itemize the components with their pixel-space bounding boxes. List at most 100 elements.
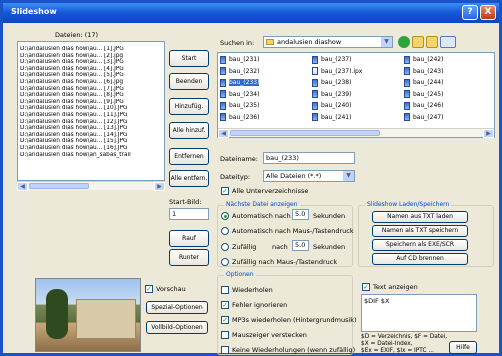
file-list-item[interactable]: D:\andalusien dias how\au... [16].JPG <box>18 145 164 152</box>
ignore-errors-checkbox[interactable]: ✓ <box>221 301 229 309</box>
auto-seconds-input[interactable]: 5.0 <box>292 209 309 220</box>
file-list-item[interactable]: D:\andalusien dias how\au... [7].JPG <box>18 86 164 93</box>
back-icon[interactable] <box>398 36 410 48</box>
move-down-button[interactable]: Runter <box>169 249 209 266</box>
browser-file-name: bau_(237) <box>321 56 352 63</box>
new-folder-icon[interactable] <box>426 36 438 48</box>
slideshow-window: Slideshow ? X Dateien: (17) D:\andalusie… <box>0 0 502 356</box>
move-up-button[interactable]: Rauf <box>169 230 209 247</box>
file-list-item[interactable]: D:\andalusien dias how\au... [14].JPG <box>18 132 164 139</box>
file-list-item[interactable]: D:\andalusien dias how\au... [12].JPG <box>18 119 164 126</box>
scroll-thumb[interactable] <box>29 183 89 189</box>
save-txt-button[interactable]: Namen als TXT speichern <box>372 225 468 237</box>
browser-file-name: bau_(241) <box>321 113 352 121</box>
hide-cursor-checkbox[interactable] <box>221 331 229 339</box>
browser-file-item[interactable]: bau_(246) <box>404 101 443 111</box>
browser-scrollbar[interactable]: ◀ ▶ <box>218 128 494 138</box>
help-button[interactable]: Hilfe <box>449 341 477 354</box>
fullscreen-options-button[interactable]: Vollbild-Optionen <box>146 321 208 334</box>
file-list-item[interactable]: D:\andalusien dias how\au... [4].JPG <box>18 66 164 73</box>
filename-input[interactable]: bau_(233) <box>263 152 355 164</box>
browser-file-item[interactable]: bau_(241) <box>312 113 351 123</box>
text-display-checkbox[interactable]: ✓ <box>362 283 370 291</box>
browser-file-name: bau_(235) <box>229 102 260 109</box>
auto-after-radio[interactable] <box>221 212 229 220</box>
filetype-combo[interactable]: Alle Dateien (*.*) ▼ <box>263 170 355 182</box>
add-all-button[interactable]: Alle hinzuf. <box>169 122 209 139</box>
up-folder-icon[interactable] <box>412 36 424 48</box>
remove-all-button[interactable]: Alle entfern. <box>169 170 209 187</box>
file-list-item[interactable]: D:\andalusien dias how\au... [2].jpg <box>18 53 164 60</box>
file-list-item[interactable]: D:\andalusien dias how\an_sabas_trail <box>18 152 164 159</box>
repeat-checkbox[interactable] <box>221 286 229 294</box>
scroll-right-icon[interactable]: ▶ <box>154 182 165 191</box>
auto-key-label: Automatisch nach Maus-/Tastendruck <box>232 227 354 235</box>
view-menu-icon[interactable] <box>440 36 456 48</box>
remove-button[interactable]: Entfernen <box>169 148 209 165</box>
text-display-input[interactable]: $DIF $X <box>361 294 477 332</box>
save-exe-button[interactable]: Speichern als EXE/SCR <box>372 239 468 251</box>
image-file-icon <box>220 101 226 110</box>
file-list[interactable]: D:\andalusien dias how\au... [1].JPG D:\a… <box>17 41 165 181</box>
random-key-radio[interactable] <box>221 258 229 266</box>
file-list-item[interactable]: D:\andalusien dias how\au... [9].JPG <box>18 99 164 106</box>
browser-file-item[interactable]: bau_(236) <box>220 113 259 123</box>
browser-file-item[interactable]: bau_(232) <box>220 67 259 77</box>
file-list-scrollbar[interactable]: ◀ ▶ <box>17 181 165 191</box>
start-button[interactable]: Start <box>169 50 209 67</box>
subdirs-checkbox[interactable]: ✓ <box>221 187 229 195</box>
file-list-item[interactable]: D:\andalusien dias how\au... [5].JPG <box>18 72 164 79</box>
file-list-item[interactable]: D:\andalusien dias how\au... [1].JPG <box>18 46 164 53</box>
browser-file-name: bau_(247) <box>413 113 444 121</box>
file-list-item[interactable]: D:\andalusien dias how\au... [3].JPG <box>18 59 164 66</box>
file-list-item[interactable]: D:\andalusien dias how\au... [6].jpg <box>18 79 164 86</box>
folder-combo[interactable]: andalusien diashow ▼ <box>263 36 393 48</box>
legend-line-2: $X = Datei-Index, <box>361 341 413 347</box>
file-list-item[interactable]: D:\andalusien dias how\au... [13].JPG <box>18 125 164 132</box>
scroll-thumb[interactable] <box>230 130 380 136</box>
browser-file-item[interactable]: bau_(245) <box>404 90 443 100</box>
mp3-repeat-checkbox[interactable]: ✓ <box>221 316 229 324</box>
browser-file-item[interactable]: bau_(234) <box>220 90 259 100</box>
preview-label: Vorschau <box>156 285 186 293</box>
chevron-down-icon[interactable]: ▼ <box>343 171 354 181</box>
burn-cd-button[interactable]: Auf CD brennen <box>372 253 468 265</box>
browser-file-item[interactable]: bau_(243) <box>404 67 443 77</box>
browser-file-item[interactable]: bau_(235) <box>220 101 259 111</box>
browser-file-item[interactable]: bau_(247) <box>404 113 443 123</box>
scroll-left-icon[interactable]: ◀ <box>218 129 229 138</box>
auto-key-radio[interactable] <box>221 227 229 235</box>
scroll-right-icon[interactable]: ▶ <box>483 129 494 138</box>
random-seconds-input[interactable]: 5.0 <box>292 240 309 251</box>
browser-file-item[interactable]: bau_(239) <box>312 90 351 100</box>
load-txt-button[interactable]: Namen aus TXT laden <box>372 211 468 223</box>
browser-file-item[interactable]: bau_(237) <box>312 55 351 65</box>
random-after-radio[interactable] <box>221 243 229 251</box>
file-list-item[interactable]: D:\andalusien dias how\au... [11].JPG <box>18 112 164 119</box>
browser-file-item[interactable]: bau_(240) <box>312 101 351 111</box>
browser-file-item[interactable]: bau_(244) <box>404 78 443 88</box>
file-list-item[interactable]: D:\andalusien dias how\au... [8].JPG <box>18 92 164 99</box>
special-options-button[interactable]: Spezial-Optionen <box>146 301 208 314</box>
browser-file-item[interactable]: bau_(233) <box>220 78 260 88</box>
file-list-item[interactable]: D:\andalusien dias how\au... [10].JPG <box>18 105 164 112</box>
browser-file-item[interactable]: bau_(238) <box>312 78 351 88</box>
close-button[interactable]: X <box>480 5 496 20</box>
repeat-label: Wiederholen <box>232 286 273 294</box>
file-list-item[interactable]: D:\andalusien dias how\au... [15].JPG <box>18 138 164 145</box>
image-file-icon <box>312 55 318 64</box>
legend-line-1: $D = Verzeichnis, $F = Datei, <box>361 334 448 340</box>
browser-file-item[interactable]: bau_(231) <box>220 55 259 65</box>
browser-file-item[interactable]: bau_(237).ipx <box>312 67 362 77</box>
help-title-button[interactable]: ? <box>462 5 478 20</box>
browser-file-item[interactable]: bau_(242) <box>404 55 443 65</box>
scroll-left-icon[interactable]: ◀ <box>17 182 28 191</box>
preview-checkbox[interactable]: ✓ <box>145 285 153 293</box>
chevron-down-icon[interactable]: ▼ <box>381 37 392 47</box>
beenden-button[interactable]: Beenden <box>169 73 209 90</box>
start-image-input[interactable]: 1 <box>169 208 209 220</box>
add-button[interactable]: Hinzufüg. <box>169 98 209 115</box>
image-file-icon <box>404 101 410 110</box>
no-repeat-checkbox[interactable] <box>221 346 229 354</box>
filetype-value: Alle Dateien (*.*) <box>266 172 322 180</box>
